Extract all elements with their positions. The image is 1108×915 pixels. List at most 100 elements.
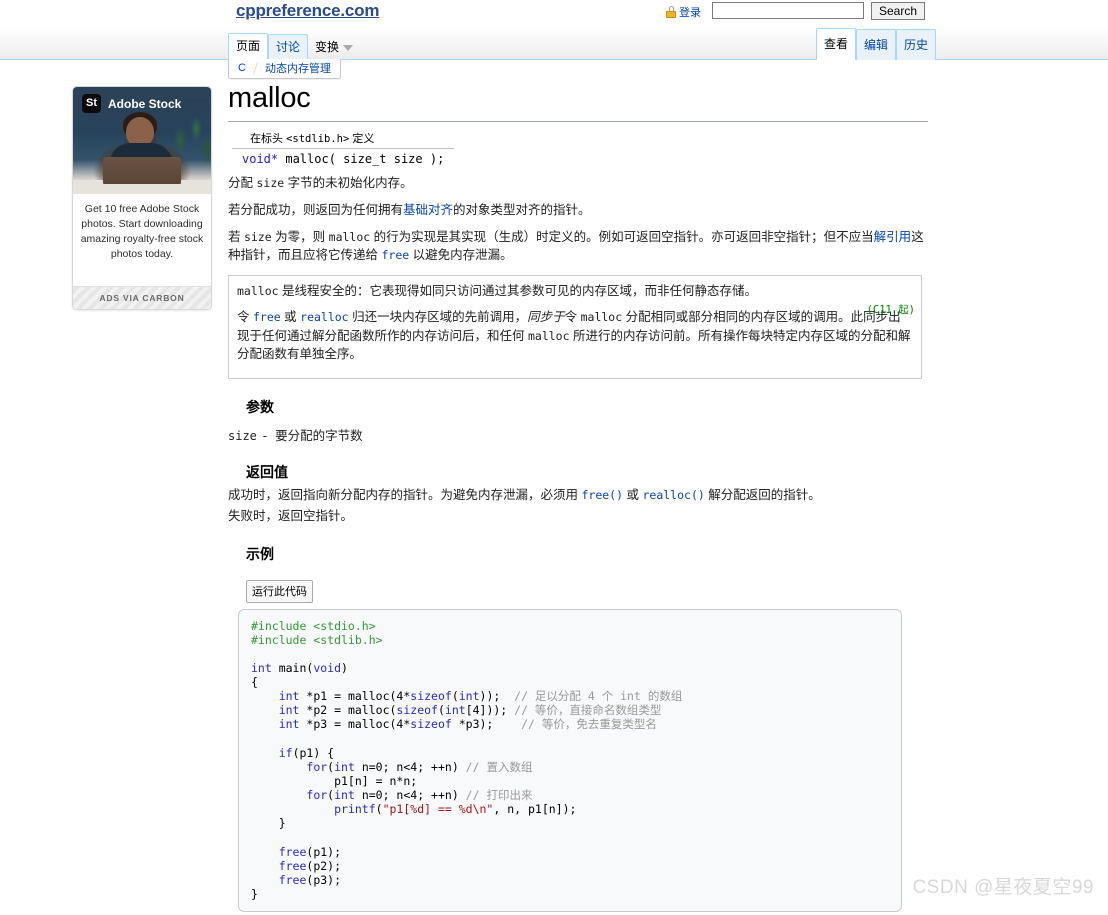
declaration-header-file: <stdlib.h> [286, 133, 350, 145]
ad-image: St Adobe Stock [73, 87, 211, 194]
code-token: free [278, 858, 307, 873]
code-token: ( [437, 703, 445, 718]
thread-safety-note: malloc 是线程安全的：它表现得如同只访问通过其参数可见的内存区域，而非任何… [228, 275, 922, 379]
code-token: #include <stdio.h> [251, 618, 376, 633]
search-input[interactable] [712, 2, 864, 19]
code-token: free [278, 873, 307, 888]
c11-version-badge: (C11 起) [866, 304, 915, 316]
run-code-button[interactable]: 运行此代码 [246, 579, 313, 603]
lock-icon [666, 6, 676, 18]
p3-text-c: 的行为实现是其实现（生成）时定义的。例如可返回空指针。亦可返回非空指针；但不应当 [370, 229, 874, 244]
code-example-block[interactable]: #include <stdio.h> #include <stdlib.h> i… [238, 608, 902, 913]
tab-history[interactable]: 历史 [895, 29, 936, 60]
code-token: *p3); [451, 717, 522, 732]
tab-view[interactable]: 查看 [815, 28, 856, 60]
search-button[interactable]: Search [871, 2, 926, 20]
advertisement-card[interactable]: St Adobe Stock Get 10 free Adobe Stock p… [72, 86, 212, 310]
declaration-signature: void* malloc( size_t size ); [232, 149, 454, 166]
paragraph-3: 若 size 为零，则 malloc 的行为实现是其实现（生成）时定义的。例如可… [228, 228, 928, 266]
code-token: *p2 = malloc( [299, 703, 397, 718]
code-token: int [334, 759, 355, 774]
code-token: n=0; n<4; ++n) [354, 788, 466, 803]
code-token: int [278, 689, 300, 704]
tab-page[interactable]: 页面 [228, 33, 269, 60]
section-example-title: 示例 [246, 545, 274, 562]
note-malloc-token: malloc [237, 284, 279, 298]
code-token: ( [375, 802, 383, 817]
p1-size-token: size [256, 176, 285, 190]
link-realloc-2[interactable]: realloc() [642, 488, 704, 502]
p3-text-b: 为零，则 [271, 229, 329, 244]
site-header: cppreference.com 登录 Search [0, 0, 1108, 29]
link-realloc[interactable]: realloc [300, 310, 348, 324]
p1-text-b: 字节的未初始化内存。 [284, 176, 413, 190]
code-token: void [313, 660, 342, 675]
return-paragraph-2: 失败时，返回空指针。 [228, 508, 354, 523]
link-free[interactable]: free [381, 248, 409, 262]
code-token: int [278, 703, 300, 718]
code-token: )); [479, 689, 515, 704]
code-token: // 等价，直接命名数组类型 [514, 703, 662, 718]
declaration-block: 在标头 <stdlib.h> 定义 void* malloc( size_t s… [232, 130, 454, 166]
code-token: main( [271, 660, 314, 675]
p3-text-a: 若 [228, 229, 244, 244]
ad-footer-label[interactable]: ADS VIA CARBON [73, 286, 211, 309]
link-basic-alignment[interactable]: 基础对齐 [403, 203, 453, 217]
declaration-header: 在标头 <stdlib.h> 定义 [232, 130, 454, 149]
ret-a: 成功时，返回指向新分配内存的指针。为避免内存泄漏，必须用 [228, 488, 582, 502]
parameter-row-size: size - 要分配的字节数 [228, 425, 928, 444]
code-token: for [306, 759, 328, 774]
namespace-tabs: 页面 讨论 变换 [228, 28, 360, 60]
code-token: n=0; n<4; ++n) [354, 759, 466, 774]
note2-b: 或 [280, 309, 301, 324]
main-content: malloc 在标头 <stdlib.h> 定义 void* malloc( s… [228, 82, 928, 915]
site-logo[interactable]: cppreference.com [236, 1, 379, 21]
code-token: // 等价，免去重复类型名 [521, 717, 657, 732]
breadcrumb-item-c[interactable]: C [229, 59, 255, 78]
p3-size-token: size [243, 229, 272, 244]
p2-text-a: 若分配成功，则返回为任何拥有 [228, 202, 404, 217]
link-free-3[interactable]: free() [581, 488, 623, 502]
code-token: sizeof [396, 703, 438, 718]
code-token: (p1) { [292, 745, 335, 760]
code-token: // 打印出来 [465, 788, 533, 803]
breadcrumb-item-dynamic-memory[interactable]: 动态内存管理 [256, 57, 340, 80]
code-token: *p1 = malloc(4* [299, 689, 411, 704]
note-text-1: 是线程安全的：它表现得如同只访问通过其参数可见的内存区域，而非任何静态存储。 [278, 284, 758, 298]
navigation-band [0, 28, 1108, 60]
code-token: #include <stdlib.h> [251, 632, 383, 647]
link-free-2[interactable]: free [253, 310, 281, 324]
link-dereference[interactable]: 解引用 [874, 230, 912, 244]
code-token: *p3 = malloc(4* [299, 717, 411, 732]
code-token: printf [334, 802, 376, 817]
code-token: (p2); [306, 858, 342, 873]
tab-variants-label: 变换 [315, 40, 340, 54]
code-token: { [251, 675, 258, 690]
p1-text-a: 分配 [228, 176, 257, 190]
tab-edit[interactable]: 编辑 [855, 29, 896, 60]
code-token: [4])); [465, 703, 515, 718]
ret-c: 解分配返回的指针。 [704, 488, 821, 502]
code-token: int [458, 689, 480, 704]
code-token: sizeof [410, 689, 452, 704]
code-token: for [306, 788, 328, 803]
code-token: // 置入数组 [465, 759, 533, 774]
note2-d: 令 [564, 309, 581, 324]
csdn-watermark: CSDN @星夜夏空99 [912, 877, 1094, 898]
login-link[interactable]: 登录 [679, 4, 701, 20]
code-token: int [251, 660, 272, 675]
code-token: } [251, 887, 258, 902]
parameter-name: size [228, 429, 257, 443]
code-token: ) [341, 660, 348, 675]
parameter-dash: - [262, 429, 268, 443]
note2-emphasis: 同步于 [527, 309, 565, 324]
